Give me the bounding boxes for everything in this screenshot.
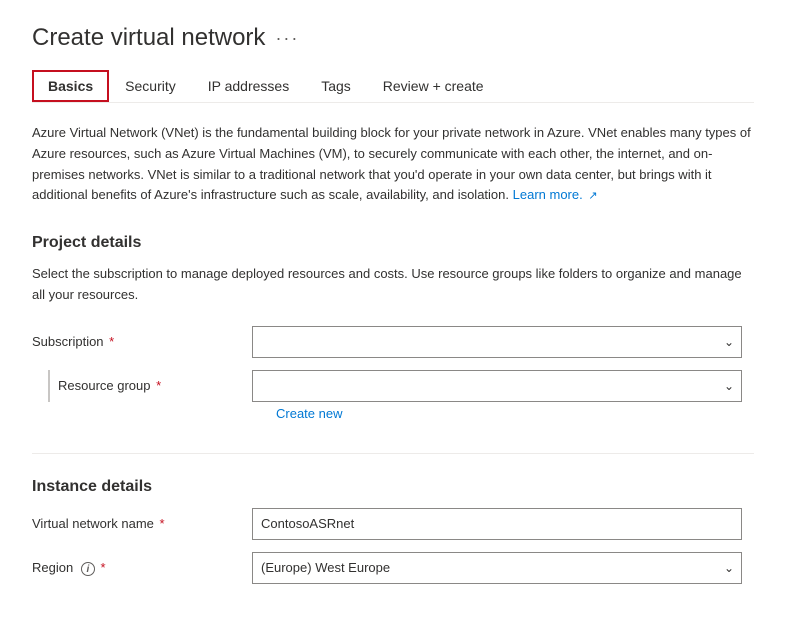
tab-review-create[interactable]: Review + create: [367, 70, 500, 102]
subscription-required-star: *: [109, 334, 114, 349]
virtual-network-name-row: Virtual network name *: [32, 508, 754, 540]
project-details-title: Project details: [32, 234, 754, 252]
project-details-section: Project details Select the subscription …: [32, 234, 754, 421]
region-row: Region i * (Europe) West Europe ⌄: [32, 552, 754, 584]
tab-ip-addresses[interactable]: IP addresses: [192, 70, 305, 102]
page-title: Create virtual network: [32, 24, 265, 52]
vnet-description: Azure Virtual Network (VNet) is the fund…: [32, 123, 754, 206]
region-dropdown-wrapper: (Europe) West Europe ⌄: [252, 552, 742, 584]
indent-bar: [48, 370, 50, 402]
region-label: Region i *: [32, 560, 252, 577]
subscription-label: Subscription *: [32, 334, 252, 349]
virtual-network-name-label: Virtual network name *: [32, 516, 252, 531]
learn-more-link[interactable]: Learn more. ↗: [513, 187, 598, 202]
region-dropdown[interactable]: (Europe) West Europe: [252, 552, 742, 584]
tab-security[interactable]: Security: [109, 70, 192, 102]
instance-details-title: Instance details: [32, 478, 754, 496]
tab-bar: Basics Security IP addresses Tags Review…: [32, 70, 754, 103]
more-options-icon[interactable]: ···: [275, 28, 299, 49]
subscription-row: Subscription * ⌄: [32, 326, 754, 358]
section-divider: [32, 453, 754, 454]
region-info-icon[interactable]: i: [81, 562, 95, 576]
page-header: Create virtual network ···: [32, 24, 754, 52]
resource-group-label: Resource group *: [58, 378, 252, 393]
tab-basics[interactable]: Basics: [32, 70, 109, 102]
instance-details-section: Instance details Virtual network name * …: [32, 478, 754, 584]
subscription-dropdown-wrapper: ⌄: [252, 326, 742, 358]
create-new-link[interactable]: Create new: [276, 406, 754, 421]
external-link-icon: ↗: [588, 190, 597, 202]
resource-group-dropdown-wrapper: ⌄: [252, 370, 742, 402]
vnet-name-required-star: *: [160, 516, 165, 531]
region-required-star: *: [100, 560, 105, 575]
subscription-dropdown[interactable]: [252, 326, 742, 358]
tab-tags[interactable]: Tags: [305, 70, 367, 102]
resource-group-row: Resource group * ⌄: [32, 370, 754, 402]
virtual-network-name-input[interactable]: [252, 508, 742, 540]
project-details-description: Select the subscription to manage deploy…: [32, 264, 754, 306]
resource-group-required-star: *: [156, 378, 161, 393]
resource-group-dropdown[interactable]: [252, 370, 742, 402]
